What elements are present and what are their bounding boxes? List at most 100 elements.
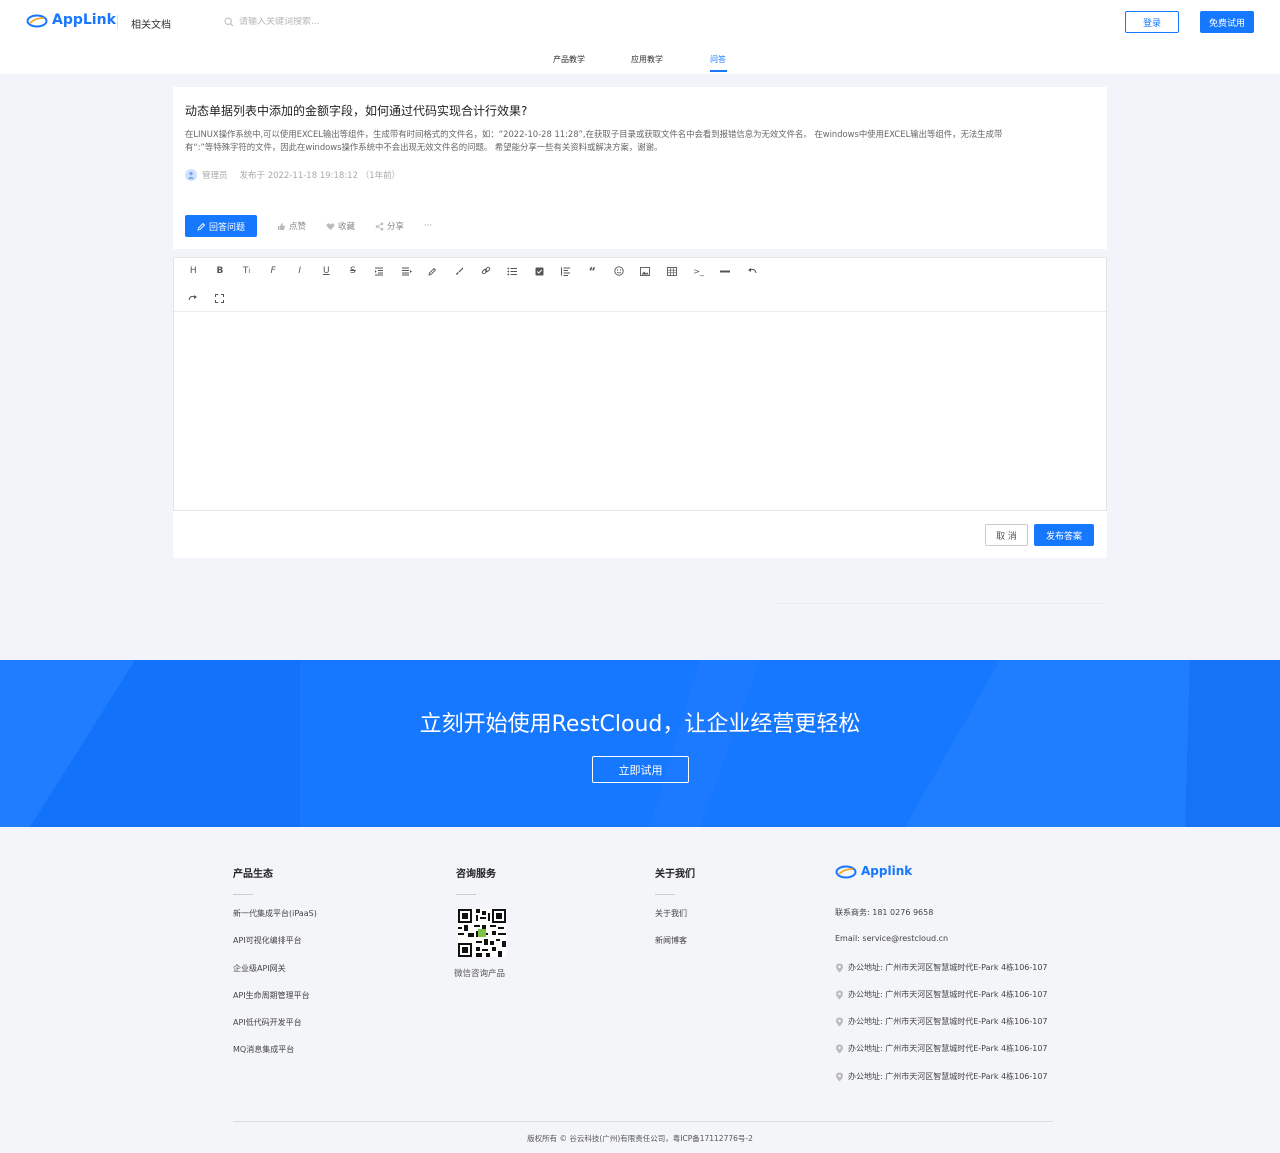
footer-about: 关于我们 关于我们 新闻博客	[655, 865, 695, 963]
post-time: 发布于 2022-11-18 19:18:12 （1年前）	[239, 171, 401, 181]
like-button[interactable]: 点赞	[277, 220, 306, 232]
answer-editor[interactable]: H B TI F I U S “ >_	[173, 257, 1107, 511]
question-actions: 回答问题 点赞 收藏 分享 ···	[185, 215, 432, 237]
search-input[interactable]	[239, 17, 439, 27]
image-icon[interactable]	[632, 264, 659, 278]
cloud-logo-icon	[835, 865, 857, 879]
about-links: 关于我们 新闻博客	[655, 908, 695, 963]
address-text: 办公地址: 广州市天河区智慧城时代E-Park 4栋106-107	[848, 1044, 1048, 1054]
more-button[interactable]: ···	[424, 221, 432, 231]
qr-caption: 微信咨询产品	[454, 969, 506, 979]
link-icon[interactable]	[473, 264, 500, 278]
heading-underline	[233, 894, 253, 895]
address-row: 办公地址: 广州市天河区智慧城时代E-Park 4栋106-107	[835, 989, 1048, 1016]
banner-title: 立刻开始使用RestCloud，让企业经营更轻松	[419, 712, 861, 737]
checkbox-icon[interactable]	[526, 264, 553, 278]
phone-text: 联系商务: 181 0276 9658	[835, 908, 934, 917]
location-pin-icon	[836, 963, 843, 973]
editor-footer: 取 消 发布答案	[173, 511, 1107, 558]
footer-link[interactable]: MQ消息集成平台	[233, 1044, 317, 1071]
brand-name: AppLink	[52, 12, 116, 28]
fullscreen-icon[interactable]	[207, 291, 234, 305]
answer-button-label: 回答问题	[208, 222, 245, 233]
location-pin-icon	[836, 1072, 843, 1082]
undo-icon[interactable]	[738, 264, 765, 278]
toolbar-divider	[174, 311, 1106, 312]
answer-button[interactable]: 回答问题	[185, 215, 257, 237]
free-trial-button[interactable]: 免费试用	[1200, 11, 1254, 33]
cloud-logo-icon	[26, 14, 48, 28]
strikethrough-icon[interactable]: S	[340, 264, 367, 278]
search-icon	[224, 17, 234, 27]
address-row: 办公地址: 广州市天河区智慧城时代E-Park 4栋106-107	[835, 1071, 1048, 1098]
code-icon[interactable]: >_	[685, 264, 712, 278]
cancel-button[interactable]: 取 消	[985, 524, 1028, 546]
docs-link[interactable]: 相关文档	[131, 16, 171, 31]
heading-icon[interactable]: H	[180, 264, 207, 278]
site-footer: 产品生态 新一代集成平台(iPaaS) API可视化编排平台 企业级API网关 …	[0, 827, 1280, 1153]
avatar	[185, 169, 197, 181]
tab-qa[interactable]: 问答	[710, 54, 726, 65]
quote-icon[interactable]: “	[579, 264, 606, 278]
tab-product-tutorial[interactable]: 产品教学	[553, 54, 585, 65]
try-now-button[interactable]: 立即试用	[592, 756, 689, 783]
footer-link[interactable]: API生命周期管理平台	[233, 990, 317, 1017]
indent-icon[interactable]	[366, 264, 393, 278]
horizontal-rule-icon[interactable]	[712, 264, 739, 278]
pen-icon[interactable]	[419, 264, 446, 278]
underline-icon[interactable]: U	[313, 264, 340, 278]
share-button[interactable]: 分享	[375, 220, 404, 232]
question-body-line: 在LINUX操作系统中,可以使用EXCEL输出等组件，生成带有时间格式的文件名，…	[185, 129, 1003, 139]
top-navbar: AppLink 相关文档 登录 免费试用	[0, 0, 1280, 44]
footer-brand-name: Applink	[861, 864, 913, 878]
address-text: 办公地址: 广州市天河区智慧城时代E-Park 4栋106-107	[848, 989, 1048, 999]
footer-link[interactable]: 关于我们	[655, 908, 695, 935]
footer-link[interactable]: API可视化编排平台	[233, 935, 317, 962]
editor-toolbar: H B TI F I U S “ >_	[180, 264, 765, 278]
header-divider	[117, 15, 118, 29]
italic-icon[interactable]: I	[286, 264, 313, 278]
question-body: 在LINUX操作系统中,可以使用EXCEL输出等组件，生成带有时间格式的文件名，…	[185, 128, 1095, 154]
location-pin-icon	[836, 1044, 843, 1054]
login-button[interactable]: 登录	[1125, 11, 1179, 33]
font-icon[interactable]: F	[260, 264, 287, 278]
footer-link[interactable]: 企业级API网关	[233, 963, 317, 990]
address-row: 办公地址: 广州市天河区智慧城时代E-Park 4栋106-107	[835, 962, 1048, 989]
brand-logo[interactable]: AppLink	[26, 12, 116, 28]
question-body-line: 有“:”等特殊字符的文件，因此在windows操作系统中不会出现无效文件名的问题…	[185, 142, 663, 152]
address-text: 办公地址: 广州市天河区智慧城时代E-Park 4栋106-107	[848, 1017, 1048, 1027]
bullet-list-icon[interactable]	[499, 264, 526, 278]
editor-toolbar-row2	[180, 291, 233, 305]
favorite-button[interactable]: 收藏	[326, 220, 355, 232]
tab-app-tutorial[interactable]: 应用教学	[631, 54, 663, 65]
table-icon[interactable]	[659, 264, 686, 278]
share-icon	[375, 222, 384, 230]
favorite-label: 收藏	[338, 222, 356, 232]
edit-icon	[197, 222, 206, 231]
question-meta: 管理员 发布于 2022-11-18 19:18:12 （1年前）	[185, 169, 400, 181]
address-row: 办公地址: 广州市天河区智慧城时代E-Park 4栋106-107	[835, 1043, 1048, 1070]
align-icon[interactable]	[393, 264, 420, 278]
bold-icon[interactable]: B	[207, 264, 234, 278]
footer-link[interactable]: API低代码开发平台	[233, 1017, 317, 1044]
divider	[775, 603, 1105, 604]
publish-answer-button[interactable]: 发布答案	[1034, 524, 1094, 546]
banner-pattern	[0, 660, 1280, 827]
active-tab-indicator	[710, 70, 727, 72]
emoji-icon[interactable]	[606, 264, 633, 278]
thumbs-up-icon	[278, 222, 285, 230]
share-label: 分享	[387, 222, 405, 232]
brush-icon[interactable]	[446, 264, 473, 278]
author-name: 管理员	[202, 171, 228, 181]
footer-divider	[233, 1121, 1053, 1122]
footer-link[interactable]: 新一代集成平台(iPaaS)	[233, 908, 317, 935]
address-text: 办公地址: 广州市天河区智慧城时代E-Park 4栋106-107	[848, 962, 1048, 972]
copyright-text: 版权所有 © 谷云科技(广州)有限责任公司，粤ICP备17112776号-2	[527, 1134, 753, 1143]
ordered-list-icon[interactable]	[552, 264, 579, 278]
category-tabs: 产品教学 应用教学 问答	[0, 44, 1280, 74]
text-size-icon[interactable]: TI	[233, 264, 260, 278]
redo-icon[interactable]	[180, 291, 207, 305]
footer-link[interactable]: 新闻博客	[655, 935, 695, 962]
search-box[interactable]	[224, 14, 444, 30]
heading-underline	[456, 894, 476, 895]
